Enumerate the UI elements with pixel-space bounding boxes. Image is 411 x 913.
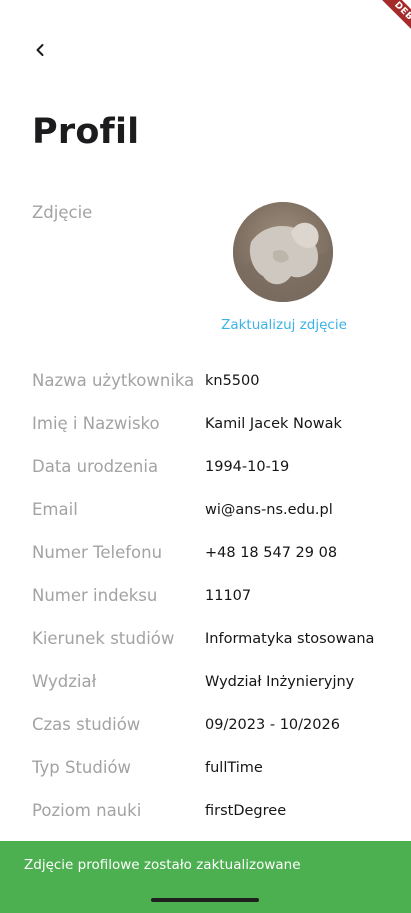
field-label: Email: [32, 500, 78, 519]
field-label: Typ Studiów: [32, 758, 132, 777]
field-value: Kamil Jacek Nowak: [205, 416, 342, 432]
info-row-email: Email wi@ans-ns.edu.pl: [32, 500, 402, 524]
field-value: 11107: [205, 588, 252, 604]
field-label: Wydział: [32, 672, 97, 691]
field-label: Nazwa użytkownika: [32, 371, 195, 390]
field-label: Imię i Nazwisko: [32, 414, 160, 433]
field-label: Poziom nauki: [32, 801, 142, 820]
avatar-photo: [233, 202, 333, 302]
field-label: Kierunek studiów: [32, 629, 175, 648]
snackbar: Zdjęcie profilowe zostało zaktualizowane: [0, 841, 411, 913]
info-row-field-of-study: Kierunek studiów Informatyka stosowana: [32, 629, 402, 653]
info-row-faculty: Wydział Wydział Inżynieryjny: [32, 672, 402, 696]
field-label: Numer Telefonu: [32, 543, 163, 562]
info-row-phone: Numer Telefonu +48 18 547 29 08: [32, 543, 402, 567]
field-value: Informatyka stosowana: [205, 631, 375, 647]
home-indicator[interactable]: [151, 898, 259, 902]
field-value: +48 18 547 29 08: [205, 545, 338, 561]
page-title: Profil: [32, 112, 140, 152]
field-value: kn5500: [205, 373, 260, 389]
field-value: 09/2023 - 10/2026: [205, 717, 340, 733]
info-row-study-period: Czas studiów 09/2023 - 10/2026: [32, 715, 402, 739]
info-row-study-type: Typ Studiów fullTime: [32, 758, 402, 782]
info-row-study-level: Poziom nauki firstDegree: [32, 801, 402, 825]
field-value: 1994-10-19: [205, 459, 290, 475]
snackbar-message: Zdjęcie profilowe zostało zaktualizowane: [24, 857, 301, 873]
field-label: Numer indeksu: [32, 586, 158, 605]
avatar: [233, 202, 333, 302]
info-row-username: Nazwa użytkownika kn5500: [32, 371, 402, 395]
chevron-left-icon: [36, 44, 44, 56]
field-value: firstDegree: [205, 803, 287, 819]
field-value: Wydział Inżynieryjny: [205, 674, 355, 690]
back-button[interactable]: [26, 36, 54, 64]
info-row-birth-date: Data urodzenia 1994-10-19: [32, 457, 402, 481]
info-row-index-number: Numer indeksu 11107: [32, 586, 402, 610]
info-row-full-name: Imię i Nazwisko Kamil Jacek Nowak: [32, 414, 402, 438]
update-photo-link[interactable]: Zaktualizuj zdjęcie: [200, 317, 368, 333]
debug-label: DEBUG: [365, 0, 411, 60]
field-label: Czas studiów: [32, 715, 141, 734]
photo-label: Zdjęcie: [32, 203, 93, 222]
field-value: fullTime: [205, 760, 263, 776]
field-label: Data urodzenia: [32, 457, 159, 476]
debug-banner: DEBUG: [351, 0, 411, 60]
field-value: wi@ans-ns.edu.pl: [205, 502, 333, 518]
